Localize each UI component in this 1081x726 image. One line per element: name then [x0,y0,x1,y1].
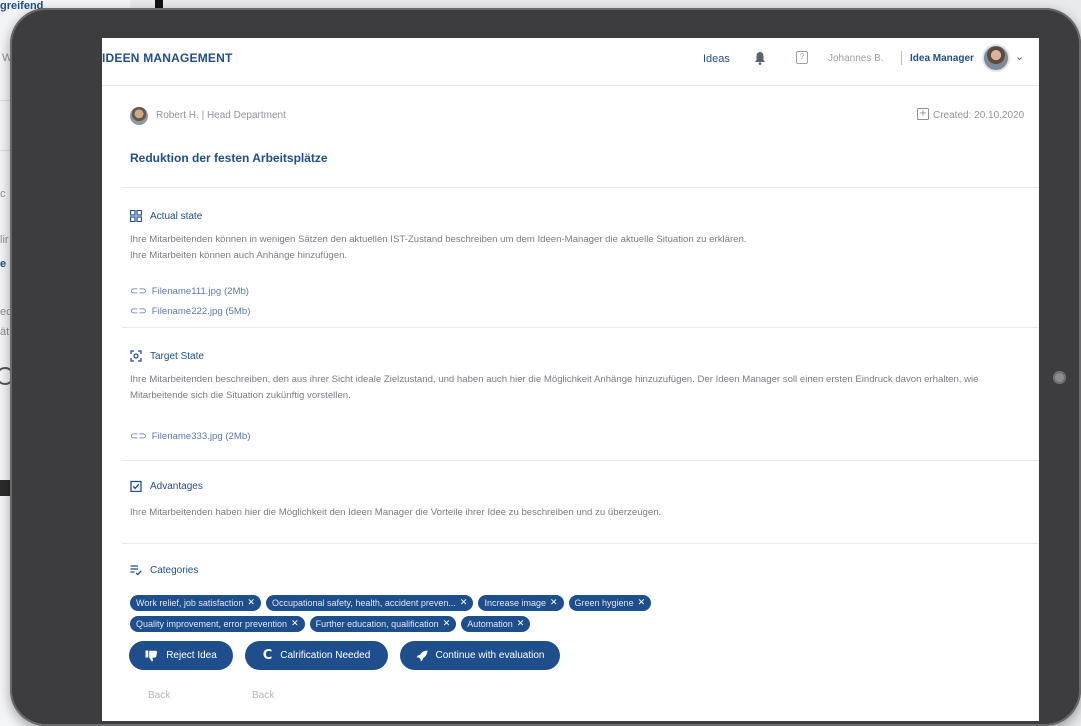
background-text-fragment: ät [0,326,10,338]
author-label: Robert H. | Head Department [156,110,286,121]
attachment-name[interactable]: Filename222.jpg (5Mb) [152,306,251,317]
app-screen: IDEEN MANAGEMENT Ideas ? Johannes B. Ide… [102,38,1039,721]
nav-ideas-link[interactable]: Ideas [703,53,730,65]
attachment-name[interactable]: Filename333.jpg (2Mb) [152,431,251,442]
list-check-icon [130,565,142,576]
bell-icon[interactable] [754,51,766,65]
advantages-text: Ihre Mitarbeitenden haben hier die Mögli… [130,507,662,518]
actual-state-text: Ihre Mitarbeitenden können in wenigen Sä… [130,234,747,261]
user-role[interactable]: Idea Manager [910,53,974,64]
chip-label: Automation [467,619,513,629]
close-icon[interactable]: ✕ [550,598,558,608]
app-title[interactable]: IDEEN MANAGEMENT [102,51,233,65]
close-icon[interactable]: ✕ [460,598,468,608]
category-chip[interactable]: Occupational safety, health, accident pr… [265,595,474,611]
reject-idea-button[interactable]: Reject Idea [129,641,233,670]
header-separator [901,51,902,65]
grid-icon [130,210,142,222]
section-divider [122,460,1039,461]
actual-state-heading: Actual state [130,210,202,222]
chip-label: Further education, qualification [315,619,439,629]
target-state-heading: Target State [130,350,204,362]
idea-detail: Robert H. | Head Department + Created: 2… [102,86,1039,721]
home-button [1053,371,1066,384]
close-icon[interactable]: ✕ [443,619,451,629]
chip-label: Occupational safety, health, accident pr… [271,598,456,608]
created-date: Created: 20.10.2020 [933,110,1025,121]
action-bar: Reject Idea C Calrification Needed Conti… [129,641,560,670]
background-text-fragment: c [0,188,6,200]
category-chip[interactable]: Green hygiene ✕ [568,595,652,611]
thumbs-down-icon [145,650,158,661]
attachment-name[interactable]: Filename111.jpg (2Mb) [152,286,249,297]
top-bar: IDEEN MANAGEMENT Ideas ? Johannes B. Ide… [102,38,1039,86]
rocket-icon [416,650,428,661]
background-text-fragment: e [0,258,7,270]
attachment-link[interactable]: ⊂⊃ Filename333.jpg (2Mb) [130,431,250,442]
section-divider [122,543,1039,544]
close-icon[interactable]: ✕ [638,598,646,608]
background-text-fragment: lir [0,234,9,246]
refresh-icon: C [262,648,273,663]
chip-row: Work relief, job satisfaction ✕ Occupatio… [130,595,1010,611]
target-state-text: Ihre Mitarbeitenden beschreiben, den aus… [130,374,979,401]
category-chip[interactable]: Further education, qualification ✕ [309,616,457,632]
clarification-button[interactable]: C Calrification Needed [245,641,388,670]
close-icon[interactable]: ✕ [247,598,255,608]
paperclip-icon: ⊂⊃ [130,306,147,317]
section-divider [122,187,1039,188]
actual-state-label: Actual state [150,210,203,222]
category-chip[interactable]: Quality improvement, error prevention ✕ [130,616,305,632]
category-chip[interactable]: Automation ✕ [461,616,531,632]
target-icon [130,350,142,362]
close-icon[interactable]: ✕ [291,619,299,629]
paperclip-icon: ⊂⊃ [130,286,147,297]
category-chip[interactable]: Increase image ✕ [478,595,564,611]
section-divider [122,327,1039,328]
chip-row: Quality improvement, error prevention ✕ F… [130,616,1010,632]
back-link[interactable]: Back [252,690,274,701]
close-icon[interactable]: ✕ [517,619,525,629]
advantages-label: Advantages [150,480,203,492]
chip-label: Quality improvement, error prevention [136,619,288,629]
categories-label: Categories [150,564,199,576]
tablet-device: IDEEN MANAGEMENT Ideas ? Johannes B. Ide… [10,8,1081,726]
avatar[interactable] [982,44,1010,72]
chip-label: Work relief, job satisfaction [136,598,244,608]
clarification-label: Calrification Needed [280,650,371,661]
chip-label: Green hygiene [574,598,634,608]
clipboard-check-icon [130,480,142,492]
help-icon[interactable]: ? [796,51,808,64]
user-name: Johannes B. [828,53,884,64]
attachment-link[interactable]: ⊂⊃ Filename222.jpg (5Mb) [130,306,250,317]
chip-label: Increase image [484,598,546,608]
idea-title: Reduktion der festen Arbeitsplätze [130,151,328,165]
back-link[interactable]: Back [148,690,170,701]
author-avatar [130,107,148,125]
calendar-plus-icon: + [917,108,929,120]
reject-label: Reject Idea [166,650,217,661]
advantages-heading: Advantages [130,480,203,492]
paperclip-icon: ⊂⊃ [130,431,147,442]
continue-evaluation-button[interactable]: Continue with evaluation [400,641,560,670]
category-chip[interactable]: Work relief, job satisfaction ✕ [130,595,261,611]
chevron-down-icon[interactable]: ⌄ [1015,50,1024,63]
attachment-link[interactable]: ⊂⊃ Filename111.jpg (2Mb) [130,286,249,297]
target-state-label: Target State [150,350,204,362]
category-chips: Work relief, job satisfaction ✕ Occupatio… [130,595,1010,637]
continue-label: Continue with evaluation [435,650,545,661]
categories-heading: Categories [130,564,198,576]
